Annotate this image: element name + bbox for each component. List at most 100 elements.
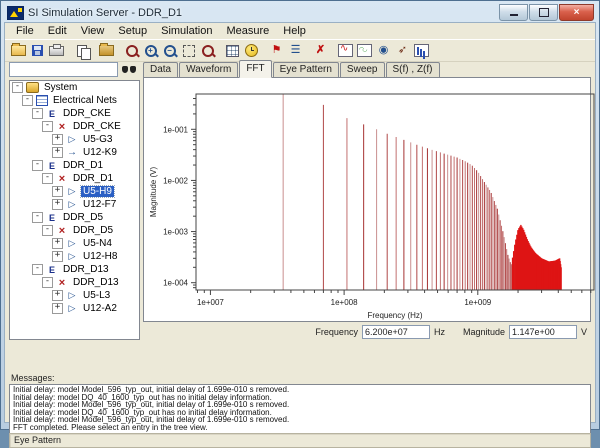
- menu-view[interactable]: View: [74, 24, 112, 38]
- tab-fft[interactable]: FFT: [239, 60, 271, 78]
- minimize-icon: [510, 14, 518, 16]
- print-button[interactable]: [47, 42, 66, 60]
- buffer-icon: [66, 303, 78, 314]
- tab-eye-pattern[interactable]: Eye Pattern: [273, 62, 339, 77]
- system-tree[interactable]: -System -Electrical Nets -DDR_CKE -DDR_C…: [9, 80, 140, 340]
- grid-icon: [226, 45, 239, 57]
- clock-button[interactable]: [242, 42, 261, 60]
- eye-icon: ◉: [379, 45, 389, 56]
- tree-item-electrical-nets[interactable]: -Electrical Nets: [10, 94, 139, 107]
- menu-measure[interactable]: Measure: [219, 24, 276, 38]
- tree-item-ddr-d1[interactable]: -DDR_D1: [10, 159, 139, 172]
- buffer-icon: [66, 290, 78, 301]
- titlebar: SI Simulation Server - DDR_D1 ×: [4, 3, 596, 22]
- open-folder-icon: [11, 45, 26, 56]
- eye-mask-button[interactable]: ◉: [374, 42, 393, 60]
- svg-text:Frequency (Hz): Frequency (Hz): [367, 311, 422, 320]
- tab-waveform[interactable]: Waveform: [179, 62, 238, 77]
- net-icon: [46, 108, 58, 119]
- tree-item-u12-h8[interactable]: +U12-H8: [10, 250, 139, 263]
- svg-text:1e-001: 1e-001: [163, 125, 188, 134]
- tree-item-u5-l3[interactable]: +U5-L3: [10, 289, 139, 302]
- tree-item-ddr-cke-topology[interactable]: -DDR_CKE: [10, 120, 139, 133]
- system-icon: [26, 82, 39, 93]
- maximize-button[interactable]: [529, 4, 558, 21]
- grid-button[interactable]: [223, 42, 242, 60]
- menu-edit[interactable]: Edit: [41, 24, 74, 38]
- messages-log[interactable]: Initial delay: model Model_596_typ_out, …: [9, 384, 591, 434]
- eye-pattern-chart-icon: [357, 44, 372, 57]
- result-pane: Data Waveform FFT Eye Pattern Sweep S(f)…: [143, 61, 591, 340]
- window-title: SI Simulation Server - DDR_D1: [28, 7, 182, 19]
- fft-chart-button[interactable]: [412, 42, 431, 60]
- magnitude-label: Magnitude: [463, 327, 505, 337]
- frequency-value: 6.200e+07: [362, 325, 430, 339]
- zoom-region-button[interactable]: [122, 42, 141, 60]
- find-button[interactable]: [118, 62, 140, 78]
- fft-chart[interactable]: 1e+0071e+0081e+0091e-0011e-0021e-0031e-0…: [144, 78, 599, 328]
- run-simulation-button[interactable]: ⚑: [267, 42, 286, 60]
- tree-item-u5-g3[interactable]: +U5-G3: [10, 133, 139, 146]
- abort-button[interactable]: ✗: [311, 42, 330, 60]
- waveform-chart-icon: [338, 44, 353, 57]
- fft-chart-panel[interactable]: 1e+0071e+0081e+0091e-0011e-0021e-0031e-0…: [143, 77, 591, 322]
- import-folder-button[interactable]: [97, 42, 116, 60]
- open-button[interactable]: [9, 42, 28, 60]
- tree-item-ddr-d13-topology[interactable]: -DDR_D13: [10, 276, 139, 289]
- menu-help[interactable]: Help: [276, 24, 313, 38]
- buffer-icon: [66, 186, 78, 197]
- buffer-icon: [66, 199, 78, 210]
- tree-item-ddr-d1-topology[interactable]: -DDR_D1: [10, 172, 139, 185]
- client-area: File Edit View Setup Simulation Measure …: [4, 22, 596, 423]
- save-button[interactable]: [28, 42, 47, 60]
- tree-item-u5-h9-selected[interactable]: +U5-H9: [10, 185, 139, 198]
- tab-data[interactable]: Data: [143, 62, 178, 77]
- eye-pattern-chart-button[interactable]: [355, 42, 374, 60]
- tree-search-input[interactable]: [9, 62, 118, 77]
- probe-button[interactable]: ➶: [393, 42, 412, 60]
- close-button[interactable]: ×: [559, 4, 594, 21]
- copy-button[interactable]: [72, 42, 91, 60]
- menu-setup[interactable]: Setup: [111, 24, 154, 38]
- tab-sweep[interactable]: Sweep: [340, 62, 385, 77]
- zoom-in-icon: +: [145, 45, 157, 57]
- zoom-out-button[interactable]: −: [160, 42, 179, 60]
- app-icon: [7, 6, 24, 20]
- zoom-cursor-button[interactable]: [198, 42, 217, 60]
- svg-text:1e-003: 1e-003: [163, 228, 188, 237]
- tree-item-u12-f7[interactable]: +U12-F7: [10, 198, 139, 211]
- zoom-fit-icon: [183, 45, 195, 57]
- zoom-in-button[interactable]: +: [141, 42, 160, 60]
- topology-icon: [56, 225, 68, 236]
- tree-item-system[interactable]: -System: [10, 81, 139, 94]
- tree-item-u12-a2[interactable]: +U12-A2: [10, 302, 139, 315]
- net-icon: [46, 212, 58, 223]
- cursor-readout: Frequency 6.200e+07 Hz Magnitude 1.147e+…: [143, 323, 591, 340]
- fft-chart-icon: [414, 44, 429, 57]
- tree-item-u12-k9[interactable]: +U12-K9: [10, 146, 139, 159]
- tree-item-ddr-d5-topology[interactable]: -DDR_D5: [10, 224, 139, 237]
- tree-item-ddr-d5[interactable]: -DDR_D5: [10, 211, 139, 224]
- buffer-icon: [66, 238, 78, 249]
- clock-icon: [245, 44, 258, 57]
- batch-run-button[interactable]: ☰: [286, 42, 305, 60]
- menu-file[interactable]: File: [9, 24, 41, 38]
- menu-simulation[interactable]: Simulation: [154, 24, 219, 38]
- tree-item-u5-n4[interactable]: +U5-N4: [10, 237, 139, 250]
- tree-item-ddr-cke[interactable]: -DDR_CKE: [10, 107, 139, 120]
- zoom-fit-button[interactable]: [179, 42, 198, 60]
- svg-text:1e+008: 1e+008: [331, 298, 358, 307]
- svg-text:1e-002: 1e-002: [163, 176, 188, 185]
- zoom-out-icon: −: [164, 45, 176, 57]
- waveform-chart-button[interactable]: [336, 42, 355, 60]
- tree-item-ddr-d13[interactable]: -DDR_D13: [10, 263, 139, 276]
- zoom-region-icon: [126, 45, 138, 57]
- topology-icon: [56, 173, 68, 184]
- buffer-icon: [66, 251, 78, 262]
- magnitude-value: 1.147e+00: [509, 325, 577, 339]
- minimize-button[interactable]: [499, 4, 528, 21]
- tab-sf-zf[interactable]: S(f) , Z(f): [386, 62, 440, 77]
- receiver-icon: [66, 147, 78, 158]
- frequency-unit: Hz: [434, 327, 445, 337]
- svg-text:1e+009: 1e+009: [464, 298, 491, 307]
